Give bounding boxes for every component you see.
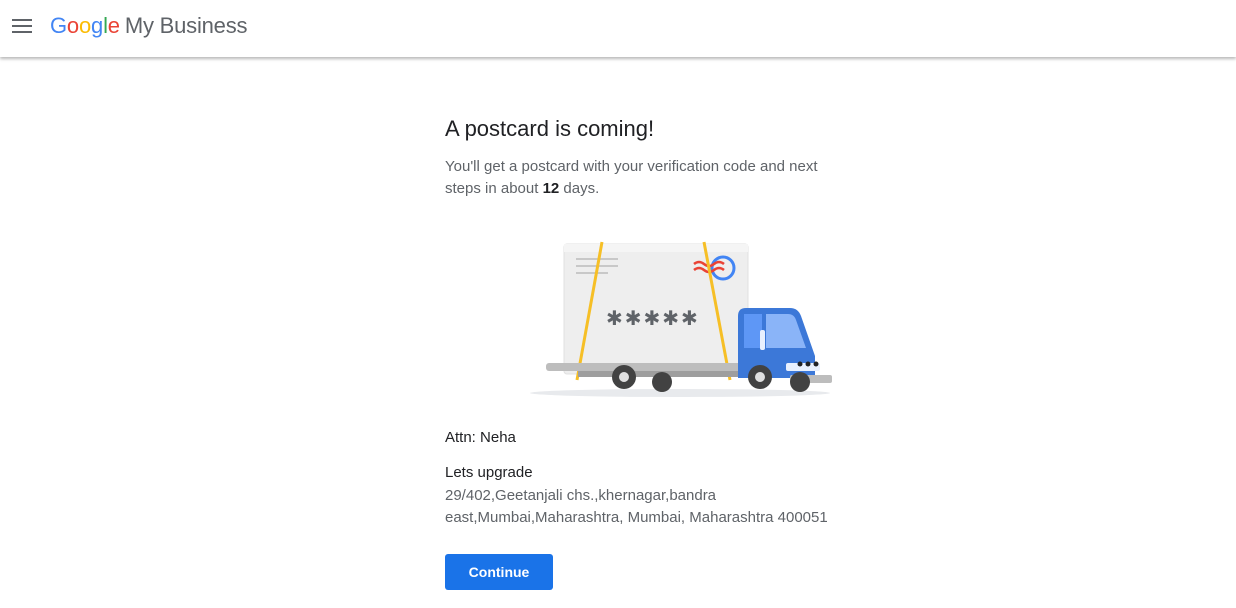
logo-letter: e — [107, 13, 120, 38]
delivery-truck-icon: ✱✱✱✱✱ — [530, 241, 832, 397]
attention-name: Attn: Neha — [445, 429, 516, 446]
postcard-description: You'll get a postcard with your verifica… — [445, 156, 855, 200]
logo-letter: g — [91, 13, 104, 38]
verification-content: A postcard is coming! You'll get a postc… — [445, 100, 865, 200]
business-name: Lets upgrade — [445, 464, 533, 481]
postcard-truck-illustration: ✱✱✱✱✱ — [520, 230, 840, 405]
hamburger-menu-icon — [12, 19, 32, 33]
description-suffix: days. — [559, 180, 600, 197]
description-text: You'll get a postcard with your verifica… — [445, 158, 818, 197]
business-address: 29/402,Geetanjali chs.,khernagar,bandra … — [445, 487, 828, 526]
product-name: My Business — [124, 13, 248, 38]
google-wordmark: Google — [50, 13, 120, 38]
google-my-business-logo[interactable]: Google My Business — [50, 13, 248, 39]
logo-letter: o — [66, 13, 79, 38]
logo-letter: o — [78, 13, 92, 38]
page-title: A postcard is coming! — [445, 116, 655, 141]
days-count: 12 — [542, 180, 560, 197]
continue-button[interactable]: Continue — [445, 554, 553, 590]
main-menu-button[interactable] — [7, 11, 37, 41]
logo-letter: G — [50, 13, 67, 38]
postcard-code: ✱✱✱✱✱ — [606, 306, 700, 330]
app-header: Google My Business — [0, 0, 1236, 57]
